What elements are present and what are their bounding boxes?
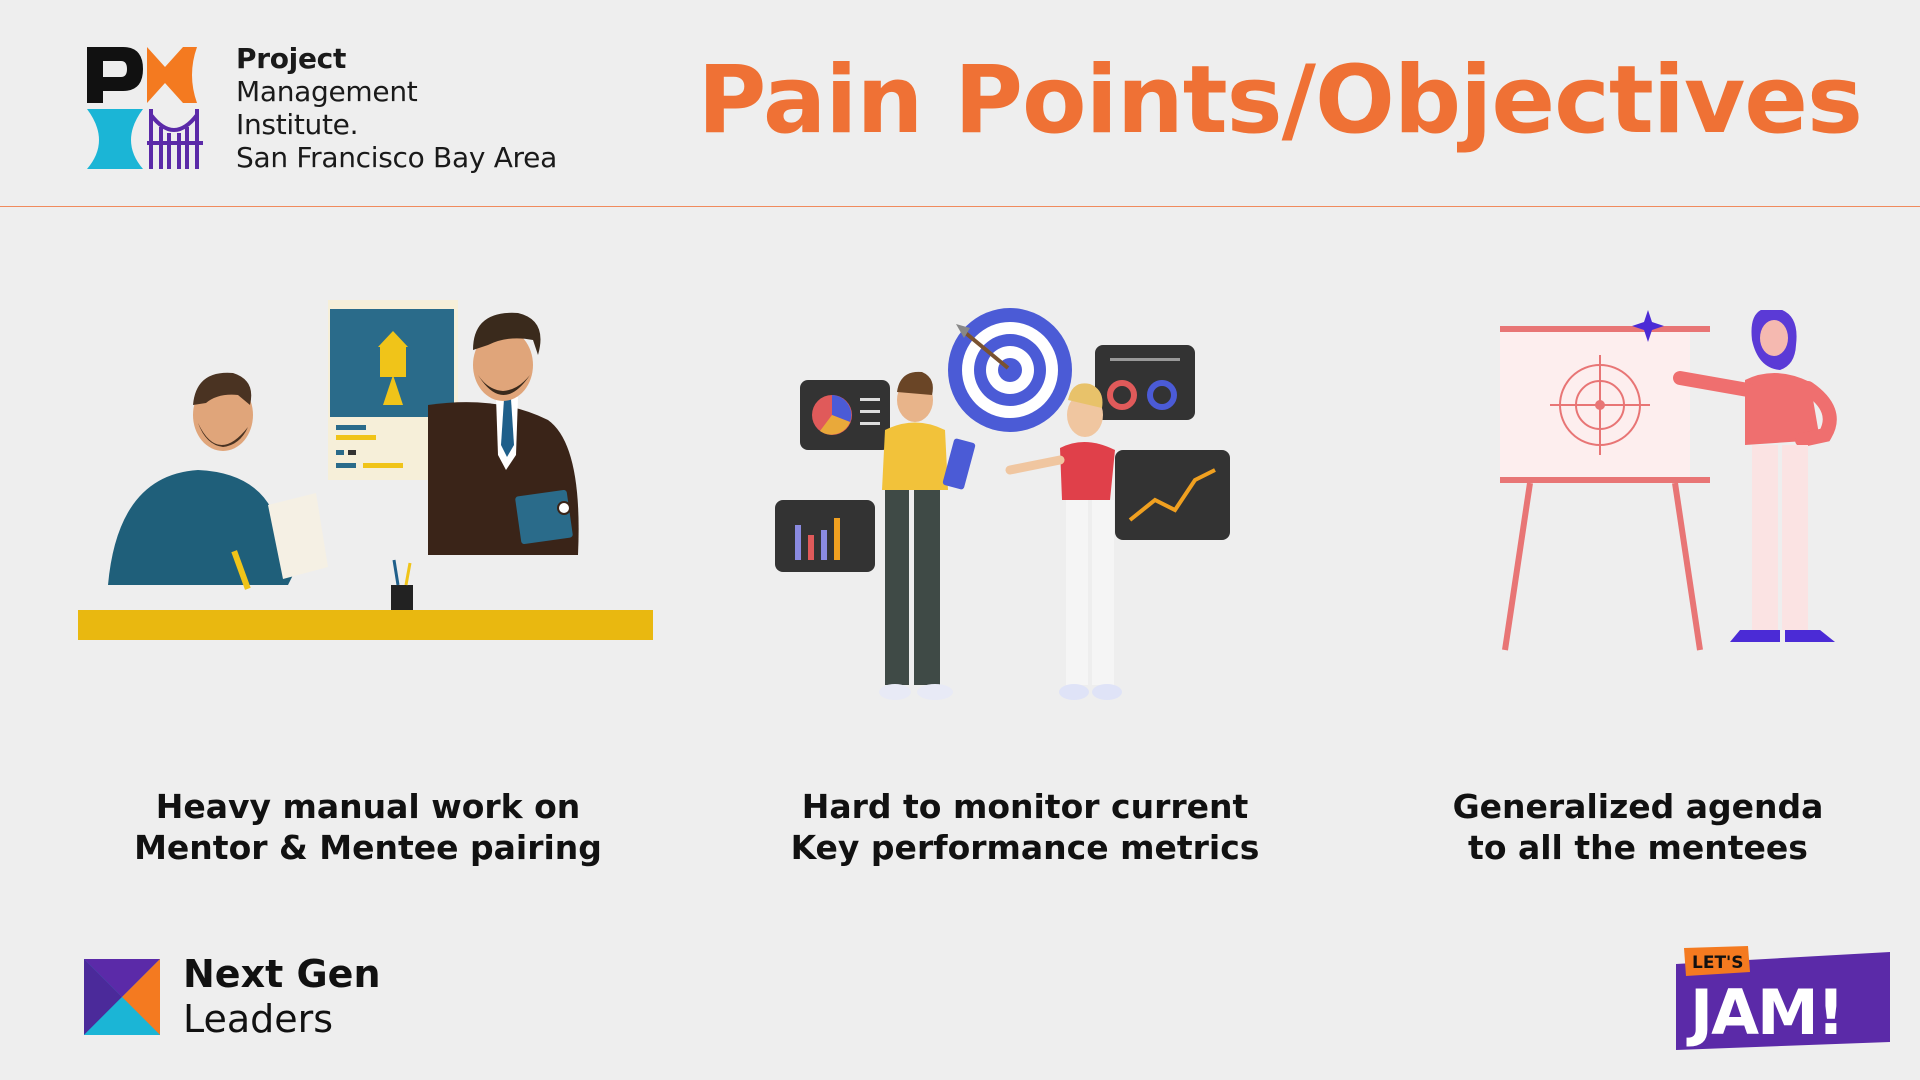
pain-point-3: Generalized agenda to all the mentees	[1358, 786, 1918, 868]
badge-top-text: LET'S	[1692, 953, 1744, 973]
pain-point-2-line-2: Key performance metrics	[790, 828, 1260, 867]
pain-point-1-line-2: Mentor & Mentee pairing	[134, 828, 602, 867]
page-title: Pain Points/Objectives	[697, 46, 1863, 155]
org-line-1: Project	[236, 42, 347, 75]
pain-point-1: Heavy manual work on Mentor & Mentee pai…	[88, 786, 648, 868]
org-line-3: Institute.	[236, 108, 359, 141]
presenter-easel-illustration	[1500, 310, 1837, 651]
pain-point-2: Hard to monitor current Key performance …	[745, 786, 1305, 868]
pain-point-3-line-2: to all the mentees	[1468, 828, 1808, 867]
mentor-mentee-illustration	[78, 300, 653, 640]
pain-point-2-line-1: Hard to monitor current	[801, 787, 1249, 826]
pain-point-1-line-1: Heavy manual work on	[155, 787, 581, 826]
brand-line-2: Leaders	[183, 997, 334, 1041]
org-line-2: Management	[236, 75, 418, 108]
header-divider	[0, 206, 1920, 207]
kpi-metrics-illustration	[775, 308, 1230, 700]
next-gen-leaders-text: Next Gen Leaders	[183, 952, 381, 1042]
pmi-org-name: Project Management Institute. San Franci…	[236, 42, 557, 174]
pmi-logo	[87, 47, 203, 169]
pain-point-3-line-1: Generalized agenda	[1452, 787, 1824, 826]
badge-main-text: JAM!	[1686, 976, 1843, 1049]
brand-line-1: Next Gen	[183, 952, 381, 996]
org-line-4: San Francisco Bay Area	[236, 141, 557, 174]
lets-jam-badge: LET'S JAM!	[1676, 946, 1890, 1050]
next-gen-leaders-logo	[84, 959, 160, 1035]
